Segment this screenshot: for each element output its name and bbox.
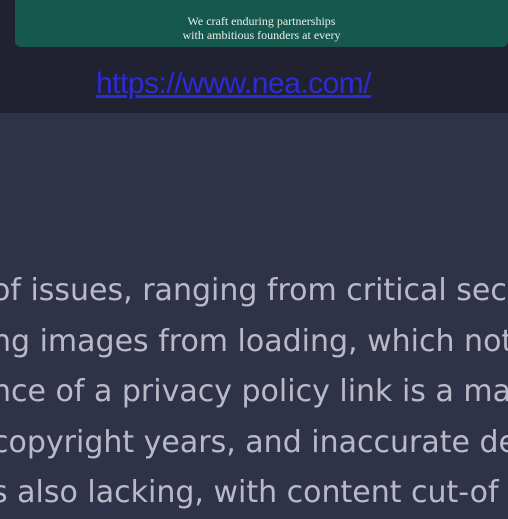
tagline-line-2: with ambitious founders at every xyxy=(182,28,341,42)
report-line: ng images from loading, which not xyxy=(0,323,508,359)
report-line: of issues, ranging from critical sec xyxy=(0,273,507,308)
preview-tagline: We craft enduring partnerships with ambi… xyxy=(15,14,508,42)
header-band: We craft enduring partnerships with ambi… xyxy=(0,0,508,113)
website-url-link[interactable]: https://www.nea.com/ xyxy=(96,64,372,104)
tagline-line-1: We craft enduring partnerships xyxy=(187,14,336,28)
report-paragraph: of issues, ranging from critical sec ng … xyxy=(0,266,508,519)
report-line: copyright years, and inaccurate de xyxy=(0,424,508,460)
report-line: nce of a privacy policy link is a ma xyxy=(0,374,508,409)
website-preview-card: We craft enduring partnerships with ambi… xyxy=(15,0,508,47)
report-line: s also lacking, with content cut-of xyxy=(0,475,499,510)
